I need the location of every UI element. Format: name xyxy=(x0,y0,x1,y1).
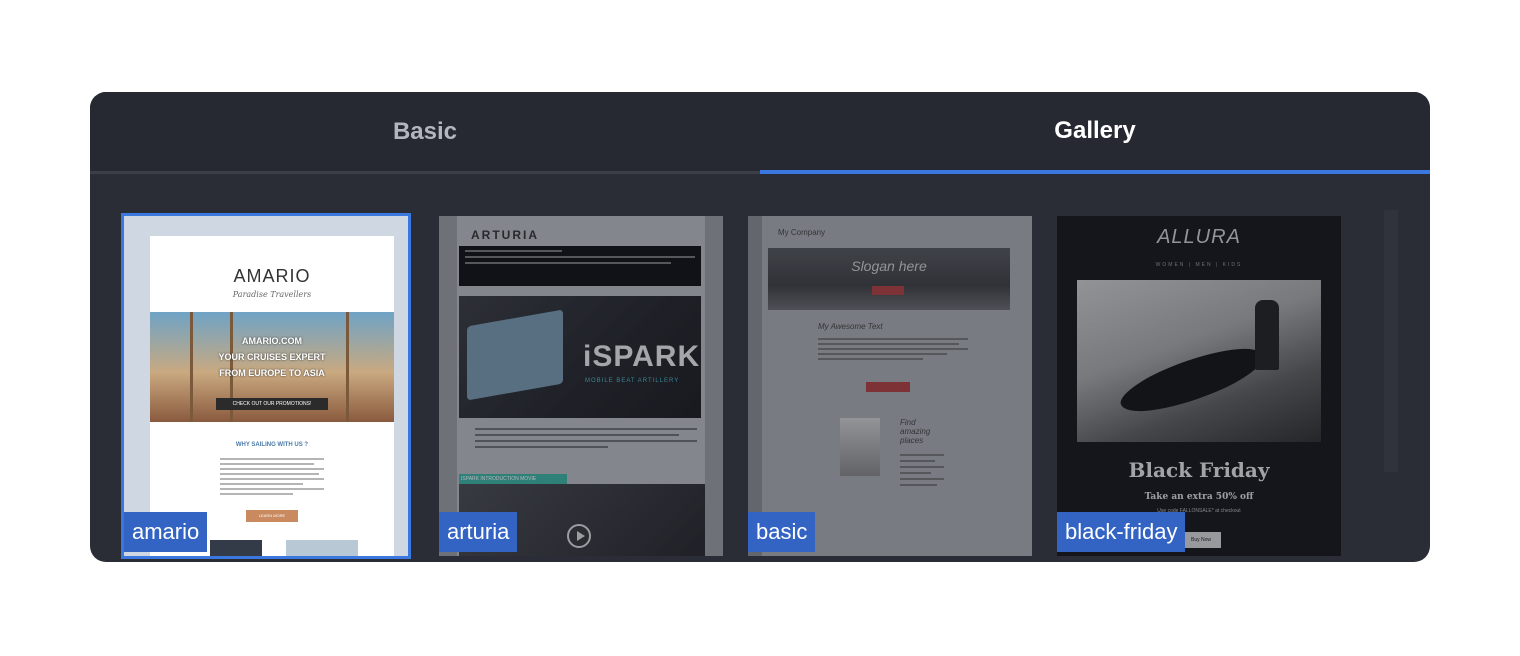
template-card-amario[interactable]: AMARIO Paradise Travellers AMARIO.COM YO… xyxy=(121,213,411,559)
basic-button xyxy=(866,382,910,392)
amario-thumb xyxy=(286,540,358,556)
tab-bar: Basic Gallery xyxy=(90,92,1430,174)
arturia-subheadline: MOBILE BEAT ARTILLERY xyxy=(585,378,680,384)
amario-hero-site: AMARIO.COM xyxy=(242,336,302,346)
amario-section-title: WHY SAILING WITH US ? xyxy=(235,442,309,448)
arturia-intro-text xyxy=(459,246,701,286)
template-label: basic xyxy=(748,512,816,552)
template-card-basic[interactable]: My Company Slogan here My Awesome Text F… xyxy=(748,216,1032,556)
arturia-headline: iSPARK xyxy=(583,340,701,373)
amario-logo: AMARIO xyxy=(233,266,311,286)
synth-device xyxy=(467,309,563,401)
basic-side-image xyxy=(840,418,880,476)
play-icon xyxy=(567,524,591,548)
black-friday-email-page: ALLURA WOMEN | MEN | KIDS Black Friday T… xyxy=(1057,216,1341,556)
basic-side-text xyxy=(900,454,944,490)
gallery-scrollbar[interactable] xyxy=(1384,210,1398,472)
amario-hero-line2: FROM EUROPE TO ASIA xyxy=(219,368,325,378)
amario-tagline: Paradise Travellers xyxy=(232,290,312,299)
basic-hero-button xyxy=(872,286,904,295)
black-friday-button: Buy Now xyxy=(1181,532,1221,548)
amario-cta: CHECK OUT OUR PROMOTIONS! xyxy=(216,398,328,410)
basic-company: My Company xyxy=(778,228,826,237)
template-label: amario xyxy=(124,512,208,552)
black-friday-logo: ALLURA xyxy=(1157,226,1241,248)
arturia-body-text xyxy=(475,428,697,452)
amario-hero-line1: YOUR CRUISES EXPERT xyxy=(218,352,326,362)
template-card-black-friday[interactable]: ALLURA WOMEN | MEN | KIDS Black Friday T… xyxy=(1057,216,1341,556)
tab-basic[interactable]: Basic xyxy=(90,92,760,174)
amario-thumb xyxy=(210,540,262,556)
basic-hero-text: Slogan here xyxy=(851,258,927,274)
amario-button: LEARN MORE xyxy=(246,510,298,522)
arturia-video-tag: ISPARK INTRODUCTION MOVIE xyxy=(459,474,567,484)
template-label: arturia xyxy=(439,512,518,552)
basic-email-page: My Company Slogan here My Awesome Text F… xyxy=(762,216,1032,556)
amario-hero-image: AMARIO.COM YOUR CRUISES EXPERT FROM EURO… xyxy=(150,312,394,422)
basic-title: My Awesome Text xyxy=(818,322,883,331)
basic-hero-image: Slogan here xyxy=(768,248,1010,310)
basic-body-text xyxy=(818,338,968,363)
black-friday-offer: Take an extra 50% off xyxy=(1144,492,1254,502)
template-card-arturia[interactable]: ARTURIA iSPARK MOBILE BEAT ARTILLERY ISP… xyxy=(439,216,723,556)
arturia-hero-image: iSPARK MOBILE BEAT ARTILLERY xyxy=(459,296,701,418)
tab-gallery[interactable]: Gallery xyxy=(760,92,1430,174)
template-label: black-friday xyxy=(1057,512,1186,552)
amario-body-text xyxy=(220,458,324,498)
template-picker-panel: Basic Gallery AMARIO Paradise Travellers… xyxy=(90,92,1430,562)
amario-email-page: AMARIO Paradise Travellers AMARIO.COM YO… xyxy=(150,236,394,556)
black-friday-nav: WOMEN | MEN | KIDS xyxy=(1155,262,1243,268)
arturia-logo: ARTURIA xyxy=(471,228,539,242)
black-friday-headline: Black Friday xyxy=(1128,458,1270,482)
basic-side-title: Find amazing places xyxy=(900,418,931,445)
black-friday-hero-image xyxy=(1077,280,1321,442)
